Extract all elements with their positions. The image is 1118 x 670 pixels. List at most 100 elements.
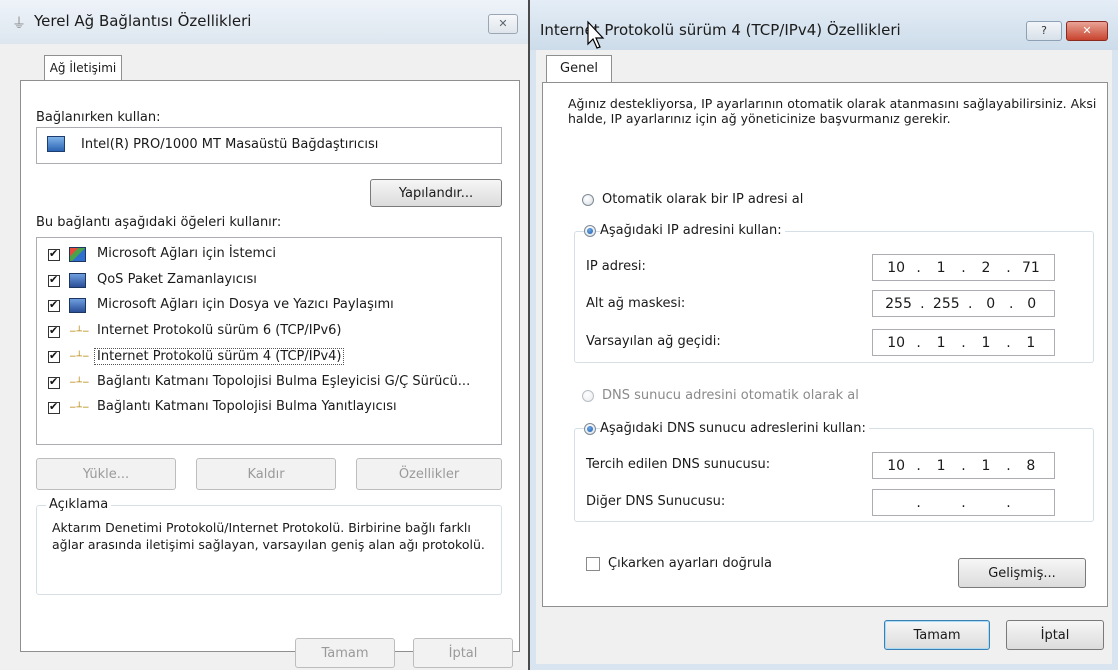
advanced-button[interactable]: Gelişmiş...	[958, 558, 1086, 588]
right-titlebar: Internet Protokolü sürüm 4 (TCP/IPv4) Öz…	[530, 0, 1118, 50]
alternate-dns-label: Diğer DNS Sunucusu:	[586, 494, 726, 509]
subnet-mask-field[interactable]: 255. 255. 0. 0	[872, 290, 1055, 317]
connect-using-label: Bağlanırken kullan:	[36, 110, 161, 125]
properties-button[interactable]: Özellikler	[356, 458, 502, 490]
gateway-octet-3: 1	[981, 334, 991, 351]
tab-general-label: Genel	[560, 61, 598, 76]
item-label: Internet Protokolü sürüm 6 (TCP/IPv6)	[97, 322, 342, 338]
dns1-octet-4: 8	[1026, 457, 1036, 474]
item-checkbox[interactable]	[48, 298, 60, 312]
dns1-octet-3: 1	[981, 457, 991, 474]
gateway-field[interactable]: 10. 1. 1. 1	[872, 329, 1055, 356]
network-plug-icon: ⏚	[12, 16, 26, 32]
item-label: Bağlantı Katmanı Topolojisi Bulma Yanıtl…	[97, 399, 397, 414]
network-client-icon	[69, 247, 86, 262]
manual-ip-radio[interactable]	[584, 225, 596, 237]
ip-octet-1: 10	[887, 259, 906, 276]
mask-octet-4: 0	[1027, 295, 1037, 312]
dns1-octet-1: 10	[887, 457, 906, 474]
protocol-icon: −┴−	[69, 403, 90, 413]
manual-dns-radio[interactable]	[584, 423, 596, 435]
gateway-label: Varsayılan ağ geçidi:	[586, 334, 721, 349]
validate-label: Çıkarken ayarları doğrula	[608, 556, 772, 571]
tab-general[interactable]: Genel	[546, 55, 612, 83]
help-button[interactable]: ?	[1026, 21, 1062, 41]
description-text: Aktarım Denetimi Protokolü/Internet Prot…	[52, 520, 485, 552]
preferred-dns-label: Tercih edilen DNS sunucusu:	[586, 457, 771, 472]
item-checkbox[interactable]	[48, 349, 60, 363]
ip-octet-3: 2	[981, 259, 991, 276]
list-item[interactable]: −┴− Bağlantı Katmanı Topolojisi Bulma Eşl…	[37, 372, 501, 394]
manual-dns-label: Aşağıdaki DNS sunucu adreslerini kullan:	[600, 421, 869, 436]
ip-address-label: IP adresi:	[586, 259, 646, 274]
left-titlebar: ⏚ Yerel Ağ Bağlantısı Özellikleri ✕	[0, 0, 528, 44]
protocol-icon: −┴−	[69, 377, 90, 388]
tab-networking-label: Ağ İletişimi	[49, 61, 117, 75]
auto-dns-radio[interactable]	[582, 390, 594, 402]
close-button[interactable]: ✕	[488, 14, 518, 34]
network-adapter-icon	[47, 136, 65, 152]
item-label: Internet Protokolü sürüm 4 (TCP/IPv4)	[94, 348, 345, 365]
service-icon	[69, 272, 86, 288]
gateway-octet-1: 10	[887, 334, 906, 351]
mask-octet-1: 255	[885, 295, 912, 312]
ip-octet-4: 71	[1021, 259, 1040, 276]
ok-button-right[interactable]: Tamam	[884, 620, 990, 650]
items-label: Bu bağlantı aşağıdaki öğeleri kullanır:	[36, 215, 282, 230]
gateway-octet-2: 1	[936, 334, 946, 351]
cancel-button-right[interactable]: İptal	[1006, 620, 1104, 650]
item-checkbox[interactable]	[48, 375, 60, 389]
service-icon	[69, 298, 86, 313]
item-label: Microsoft Ağları için İstemci	[97, 246, 276, 261]
close-icon: ✕	[1082, 24, 1092, 37]
preferred-dns-field[interactable]: 10. 1. 1. 8	[872, 452, 1055, 479]
description-title: Açıklama	[46, 497, 112, 512]
item-label: Bağlantı Katmanı Topolojisi Bulma Eşleyi…	[97, 373, 471, 389]
ip-address-field[interactable]: 10. 1. 2. 71	[872, 254, 1055, 281]
subnet-mask-label: Alt ağ maskesi:	[586, 296, 686, 311]
dns1-octet-2: 1	[936, 457, 946, 474]
uninstall-button[interactable]: Kaldır	[196, 458, 336, 490]
item-label: Microsoft Ağları için Dosya ve Yazıcı Pa…	[97, 297, 394, 312]
list-item[interactable]: −┴− Internet Protokolü sürüm 6 (TCP/IPv6)	[37, 321, 501, 343]
cancel-button-left[interactable]: İptal	[413, 638, 513, 668]
alternate-dns-field[interactable]: ...	[872, 489, 1055, 516]
tab-networking[interactable]: Ağ İletişimi	[44, 55, 122, 81]
adapter-name: Intel(R) PRO/1000 MT Masaüstü Bağdaştırı…	[81, 137, 379, 152]
list-item[interactable]: −┴− Internet Protokolü sürüm 4 (TCP/IPv4)	[37, 346, 501, 368]
left-dialog-title: Yerel Ağ Bağlantısı Özellikleri	[34, 12, 252, 30]
adapter-box: Intel(R) PRO/1000 MT Masaüstü Bağdaştırı…	[36, 127, 502, 164]
list-item[interactable]: QoS Paket Zamanlayıcısı	[37, 270, 501, 292]
list-item[interactable]: Microsoft Ağları için Dosya ve Yazıcı Pa…	[37, 295, 501, 317]
item-label: QoS Paket Zamanlayıcısı	[97, 271, 257, 287]
item-checkbox[interactable]	[48, 273, 60, 287]
item-checkbox[interactable]	[48, 324, 60, 338]
ip-octet-2: 1	[936, 259, 946, 276]
left-dialog: ⏚ Yerel Ağ Bağlantısı Özellikleri ✕ Ağ İ…	[0, 0, 528, 670]
auto-dns-label: DNS sunucu adresini otomatik olarak al	[602, 388, 859, 403]
close-icon: ✕	[498, 17, 508, 30]
ok-button-left[interactable]: Tamam	[295, 638, 395, 668]
configure-button[interactable]: Yapılandır...	[370, 179, 502, 207]
help-icon: ?	[1041, 24, 1047, 37]
install-button[interactable]: Yükle...	[36, 458, 176, 490]
mouse-cursor-icon	[587, 20, 605, 49]
gateway-octet-4: 1	[1026, 334, 1036, 351]
right-dialog: Internet Protokolü sürüm 4 (TCP/IPv4) Öz…	[528, 0, 1118, 670]
intro-text: Ağınız destekliyorsa, IP ayarlarının oto…	[568, 96, 1097, 126]
item-checkbox[interactable]	[48, 400, 60, 414]
validate-checkbox[interactable]	[586, 557, 600, 571]
list-item[interactable]: Microsoft Ağları için İstemci	[37, 244, 501, 266]
list-item[interactable]: −┴− Bağlantı Katmanı Topolojisi Bulma Yan…	[37, 397, 501, 419]
auto-ip-radio[interactable]	[582, 194, 594, 206]
mask-octet-2: 255	[932, 295, 960, 312]
protocol-icon: −┴−	[69, 326, 90, 337]
manual-ip-label: Aşağıdaki IP adresini kullan:	[600, 223, 785, 238]
items-list[interactable]: Microsoft Ağları için İstemci QoS Paket Z…	[36, 237, 502, 445]
mask-octet-3: 0	[986, 295, 996, 312]
item-checkbox[interactable]	[48, 247, 60, 261]
items-container: Microsoft Ağları için İstemci QoS Paket Z…	[37, 238, 501, 444]
close-button-right[interactable]: ✕	[1066, 21, 1108, 41]
protocol-icon: −┴−	[69, 352, 90, 362]
auto-ip-label: Otomatik olarak bir IP adresi al	[602, 192, 804, 207]
